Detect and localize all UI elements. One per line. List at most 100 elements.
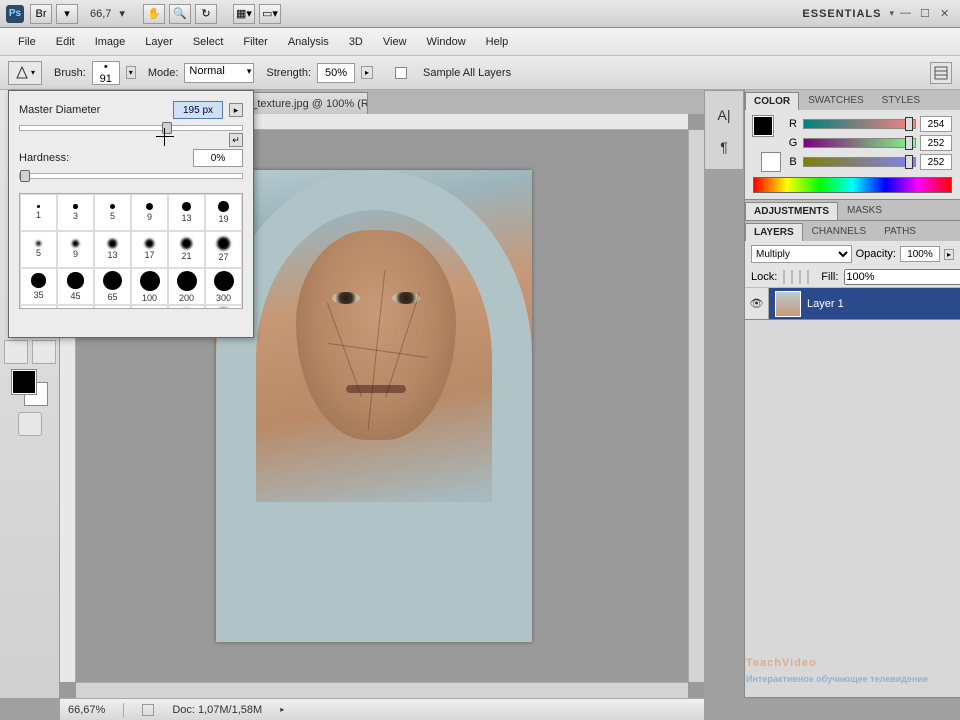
menu-edit[interactable]: Edit <box>46 32 85 52</box>
brush-preset[interactable]: 1 <box>20 194 57 231</box>
layer-thumbnail[interactable] <box>775 291 801 317</box>
strength-input[interactable] <box>317 63 355 83</box>
master-diameter-slider[interactable] <box>19 125 243 131</box>
status-flyout[interactable]: ▸ <box>280 705 284 714</box>
close-button[interactable]: ✕ <box>940 7 954 21</box>
channel-slider[interactable] <box>803 157 916 167</box>
brush-preset[interactable]: 27 <box>205 231 242 268</box>
brush-preset[interactable]: 9 <box>57 231 94 268</box>
reset-size-icon[interactable]: ↵ <box>229 133 243 147</box>
channel-value[interactable] <box>920 135 952 151</box>
zoom-tool-shortcut[interactable]: 🔍 <box>169 4 191 24</box>
fg-bg-swatch[interactable] <box>753 116 781 172</box>
sample-all-layers-checkbox[interactable] <box>395 67 407 79</box>
toggle-panels-icon[interactable] <box>930 62 952 84</box>
minimize-button[interactable]: — <box>900 7 914 21</box>
brush-preset[interactable]: 100 <box>131 268 168 305</box>
menu-3d[interactable]: 3D <box>339 32 373 52</box>
hand-tool[interactable] <box>4 340 28 364</box>
blend-mode-select[interactable]: Multiply <box>751 245 852 263</box>
opacity-flyout[interactable]: ▸ <box>944 249 954 260</box>
tab-swatches[interactable]: SWATCHES <box>799 91 873 110</box>
hardness-input[interactable] <box>193 149 243 167</box>
menu-help[interactable]: Help <box>476 32 519 52</box>
character-panel-icon[interactable]: A| <box>714 105 734 125</box>
brush-preset[interactable]: 9 <box>131 194 168 231</box>
brush-presets-grid[interactable]: 1359131959131721273545651002003009131721… <box>19 193 243 309</box>
brush-preset[interactable]: 9 <box>20 305 57 309</box>
popup-menu-icon[interactable]: ▸ <box>229 103 243 117</box>
rotate-view-shortcut[interactable]: ↻ <box>195 4 217 24</box>
brush-preset[interactable]: 3 <box>57 194 94 231</box>
brush-preset[interactable]: 300 <box>205 268 242 305</box>
layer-list[interactable]: 👁 Layer 1 <box>745 288 960 697</box>
brush-dropdown-toggle[interactable]: ▾ <box>126 66 136 79</box>
brush-preset[interactable]: 21 <box>131 305 168 309</box>
blend-mode-select[interactable]: Normal <box>184 63 254 83</box>
menu-view[interactable]: View <box>373 32 417 52</box>
brush-preset[interactable]: 13 <box>94 231 131 268</box>
brush-preset[interactable]: 17 <box>131 231 168 268</box>
status-zoom[interactable]: 66,67% <box>68 704 105 716</box>
channel-slider[interactable] <box>803 138 916 148</box>
tab-channels[interactable]: CHANNELS <box>803 222 875 241</box>
quickmask-toggle[interactable] <box>18 412 42 436</box>
bridge-button[interactable]: Br <box>30 4 52 24</box>
layer-row[interactable]: 👁 Layer 1 <box>745 288 960 320</box>
menu-layer[interactable]: Layer <box>135 32 183 52</box>
tab-layers[interactable]: LAYERS <box>745 223 803 241</box>
brush-preset[interactable]: 5 <box>94 194 131 231</box>
brush-preset[interactable]: 45 <box>168 305 205 309</box>
brush-preset[interactable]: 45 <box>57 268 94 305</box>
menu-select[interactable]: Select <box>183 32 234 52</box>
brush-preset[interactable]: 65 <box>94 268 131 305</box>
status-icon[interactable] <box>142 704 154 716</box>
opacity-input[interactable] <box>900 246 940 262</box>
tab-color[interactable]: COLOR <box>745 92 799 110</box>
scrollbar-horizontal[interactable] <box>76 682 688 698</box>
brush-preset[interactable]: 13 <box>57 305 94 309</box>
menu-analysis[interactable]: Analysis <box>278 32 339 52</box>
tab-masks[interactable]: MASKS <box>838 201 891 220</box>
lock-pixels-icon[interactable] <box>791 270 793 284</box>
tab-styles[interactable]: STYLES <box>873 91 929 110</box>
fill-input[interactable] <box>844 269 960 285</box>
paragraph-panel-icon[interactable]: ¶ <box>714 137 734 157</box>
channel-value[interactable] <box>920 116 952 132</box>
tab-adjustments[interactable]: ADJUSTMENTS <box>745 202 838 220</box>
brush-preset[interactable]: 17 <box>94 305 131 309</box>
screen-mode-button[interactable]: ▾ <box>56 4 78 24</box>
menu-image[interactable]: Image <box>85 32 136 52</box>
menu-window[interactable]: Window <box>417 32 476 52</box>
strength-flyout[interactable]: ▸ <box>361 66 373 79</box>
zoom-tool[interactable] <box>32 340 56 364</box>
color-ramp[interactable] <box>753 177 952 193</box>
hardness-slider[interactable] <box>19 173 243 179</box>
lock-transparency-icon[interactable] <box>783 270 785 284</box>
menu-file[interactable]: File <box>8 32 46 52</box>
maximize-button[interactable]: ☐ <box>920 7 934 21</box>
brush-preset-picker[interactable]: •91 <box>92 61 120 85</box>
arrange-documents-button[interactable]: ▦▾ <box>233 4 255 24</box>
channel-slider[interactable] <box>803 119 916 129</box>
color-swatches[interactable] <box>12 370 48 406</box>
hand-tool-shortcut[interactable]: ✋ <box>143 4 165 24</box>
workspace-switcher[interactable]: ESSENTIALS <box>794 8 889 20</box>
current-tool-preset[interactable]: ▾ <box>8 61 42 85</box>
zoom-percent[interactable]: 66,7 <box>82 8 119 20</box>
scrollbar-vertical[interactable] <box>688 130 704 682</box>
foreground-color[interactable] <box>12 370 36 394</box>
brush-preset[interactable]: 13 <box>168 194 205 231</box>
master-diameter-input[interactable] <box>173 101 223 119</box>
visibility-toggle[interactable]: 👁 <box>745 288 769 319</box>
lock-position-icon[interactable] <box>799 270 801 284</box>
lock-all-icon[interactable] <box>807 270 809 284</box>
channel-value[interactable] <box>920 154 952 170</box>
brush-preset[interactable]: 19 <box>205 194 242 231</box>
brush-preset[interactable]: 35 <box>20 268 57 305</box>
brush-preset[interactable]: 200 <box>168 268 205 305</box>
layer-name[interactable]: Layer 1 <box>807 298 844 310</box>
tab-paths[interactable]: PATHS <box>875 222 925 241</box>
brush-preset[interactable]: 5 <box>20 231 57 268</box>
brush-preset[interactable]: 65 <box>205 305 242 309</box>
